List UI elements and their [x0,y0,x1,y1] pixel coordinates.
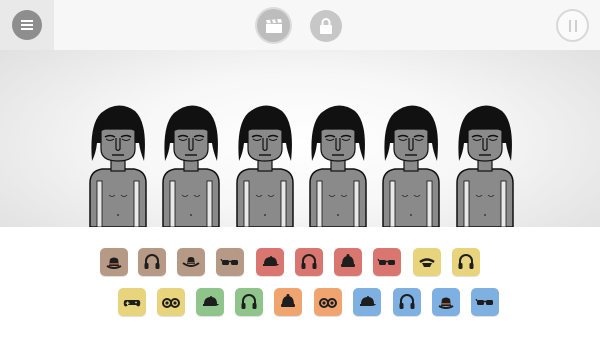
stage [0,50,600,227]
goggles-icon [162,298,180,308]
sound-icon-voices-8[interactable] [393,288,421,316]
sound-icon-effects-2-6[interactable] [314,288,342,316]
visor-icon [419,258,435,267]
record-button[interactable] [257,9,290,42]
performer-figure [382,105,440,227]
padlock-icon [320,18,332,34]
performer-figure [456,105,514,227]
sound-icon-effects-6[interactable] [295,248,323,276]
performer-figure [162,105,220,227]
sound-icon-beats-4[interactable] [216,248,244,276]
sound-icon-voices-10[interactable] [471,288,499,316]
sound-icon-effects-5[interactable] [256,248,284,276]
performer[interactable] [87,99,149,227]
sound-icon-beats-3[interactable] [177,248,205,276]
sound-icon-chorus-3[interactable] [196,288,224,316]
sound-icon-chorus-4[interactable] [235,288,263,316]
headphones-icon [144,254,160,269]
hamburger-icon [21,20,33,30]
performer[interactable] [307,93,369,227]
cap-icon [203,296,219,306]
sound-icon-voices-9[interactable] [432,288,460,316]
performer-figure [309,105,367,227]
cap-icon [263,256,279,266]
beanie-icon [281,294,295,307]
game-controller-icon [123,300,141,307]
fedora-hat-icon [106,257,122,269]
sound-icon-beats-2[interactable] [138,248,166,276]
sound-icon-melodies-2[interactable] [157,288,185,316]
headphones-icon [399,294,415,309]
sound-icon-effects-2-5[interactable] [274,288,302,316]
cowboy-hat-icon [182,257,200,267]
performer[interactable] [234,96,296,227]
sound-palette [0,227,600,337]
beanie-icon [341,254,355,267]
pause-icon [568,19,577,32]
sound-icon-beats-1[interactable] [100,248,128,276]
headphones-icon [458,254,474,269]
performer[interactable] [380,98,442,227]
fedora-hat-icon [438,297,454,309]
menu-button[interactable] [12,10,42,40]
headphones-icon [241,294,257,309]
performer-figure [89,105,147,227]
sound-icon-melodies-9[interactable] [413,248,441,276]
sunglasses-icon [475,298,493,305]
sound-icon-melodies-1[interactable] [118,288,146,316]
sound-icon-effects-8[interactable] [373,248,401,276]
lock-button[interactable] [310,10,342,42]
performer[interactable] [454,94,516,227]
sunglasses-icon [220,258,238,265]
cap-icon [360,296,376,306]
goggles-icon [319,298,337,308]
sunglasses-icon [377,258,395,265]
pause-button[interactable] [556,9,589,42]
headphones-icon [301,254,317,269]
sound-icon-melodies-10[interactable] [452,248,480,276]
clapperboard-icon [265,18,282,33]
top-bar [0,0,600,50]
sound-icon-voices-7[interactable] [353,288,381,316]
sound-icon-effects-7[interactable] [334,248,362,276]
performer[interactable] [160,97,222,227]
performer-figure [236,105,294,227]
